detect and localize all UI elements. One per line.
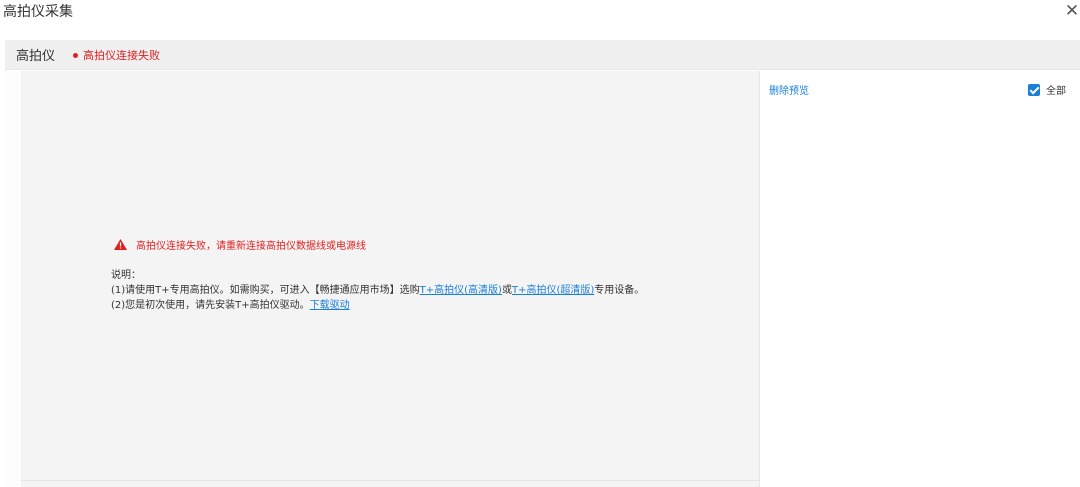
section-title: 高拍仪 [16, 49, 56, 64]
connection-status-text: 高拍仪连接失败 [83, 49, 160, 62]
instructions-heading: 说明： [111, 270, 141, 281]
instruction-1: (1)请使用T+专用高拍仪。如需购买，可进入【畅捷通应用市场】选购T+高拍仪(高… [111, 283, 644, 298]
error-message-text: 高拍仪连接失败，请重新连接高拍仪数据线或电源线 [136, 241, 366, 252]
instruction-2-prefix: (2)您是初次使用，请先安装T+高拍仪驱动。 [111, 300, 310, 311]
instruction-1-prefix: (1)请使用T+专用高拍仪。如需购买，可进入【畅捷通应用市场】选购 [111, 285, 420, 296]
instruction-1-suffix: 专用设备。 [594, 285, 645, 296]
instruction-1-middle: 或 [501, 285, 512, 296]
close-icon[interactable]: ✕ [1064, 1, 1080, 21]
delete-preview-link[interactable]: 删除预览 [769, 82, 809, 97]
instructions: 说明： (1)请使用T+专用高拍仪。如需购买，可进入【畅捷通应用市场】选购T+高… [111, 268, 644, 313]
side-panel: 删除预览 全部 [761, 71, 1080, 487]
select-all-checkbox[interactable]: 全部 [1028, 82, 1066, 97]
status-dot-icon [73, 52, 78, 58]
left-strip [5, 71, 21, 487]
warning-triangle-icon [114, 239, 127, 250]
section-header: 高拍仪 高拍仪连接失败 [5, 40, 1080, 70]
divider [21, 480, 760, 481]
checkbox-checked-icon[interactable] [1028, 83, 1040, 96]
connection-status: 高拍仪连接失败 [73, 47, 160, 63]
download-driver-link[interactable]: 下载驱动 [310, 300, 350, 311]
uhd-scanner-link[interactable]: T+高拍仪(超清版) [512, 285, 594, 296]
dialog-titlebar: 高拍仪采集 ✕ [0, 0, 1080, 26]
error-message: 高拍仪连接失败，请重新连接高拍仪数据线或电源线 [114, 237, 366, 252]
instruction-2: (2)您是初次使用，请先安装T+高拍仪驱动。下载驱动 [111, 298, 644, 313]
hd-scanner-link[interactable]: T+高拍仪(高清版) [420, 285, 502, 296]
preview-panel: 高拍仪连接失败，请重新连接高拍仪数据线或电源线 说明： (1)请使用T+专用高拍… [21, 71, 760, 487]
select-all-label: 全部 [1046, 86, 1066, 97]
dialog-title: 高拍仪采集 [3, 4, 73, 20]
